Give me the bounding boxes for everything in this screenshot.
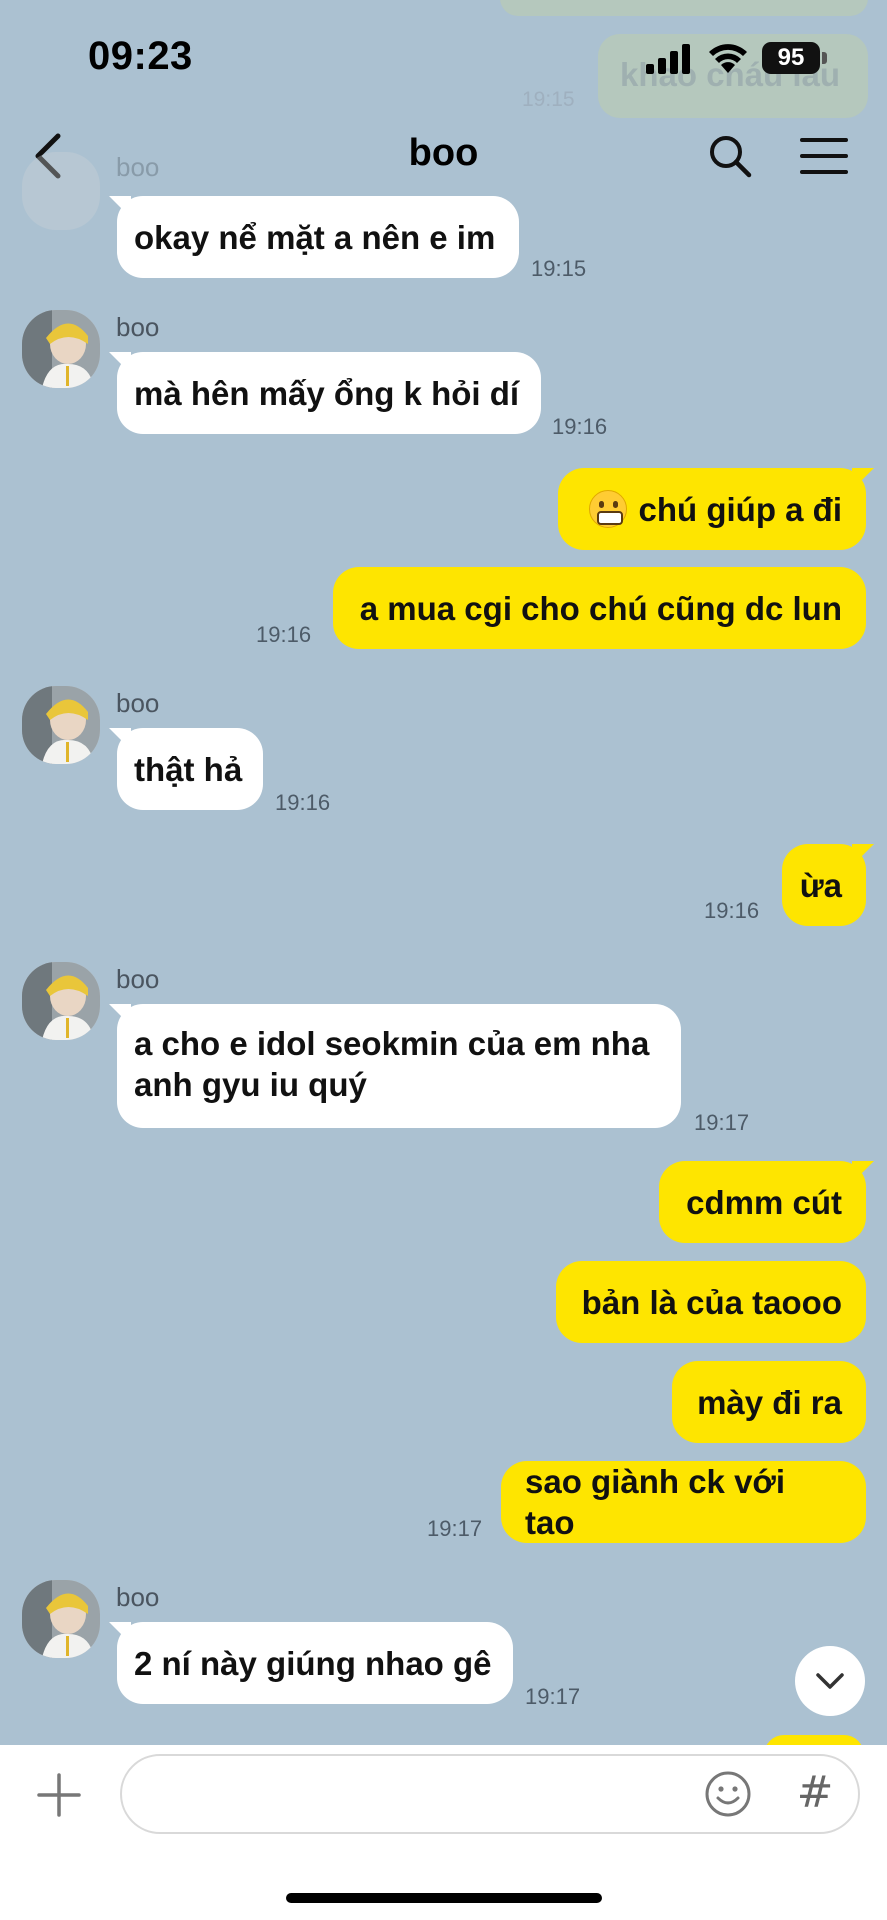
search-icon[interactable]: [708, 134, 752, 178]
avatar-image: [22, 962, 100, 1040]
avatar[interactable]: [22, 152, 100, 230]
message-text-line: a cho e idol seokmin của em nha: [134, 1025, 650, 1062]
incoming-message-bubble[interactable]: okay nể mặt a nên e im: [117, 196, 519, 278]
message-time: 19:15: [531, 256, 587, 281]
avatar[interactable]: [22, 310, 100, 388]
message-text: a mua cgi cho chú cũng dc lun: [359, 589, 842, 627]
outgoing-message-bubble[interactable]: mày đi ra: [672, 1361, 866, 1443]
sender-name: boo: [116, 1582, 160, 1612]
message-time: 19:17: [525, 1684, 581, 1709]
avatar[interactable]: [22, 686, 100, 764]
status-bar-time: 09:23: [88, 34, 193, 78]
smiley-icon[interactable]: [704, 1770, 752, 1818]
incoming-message-bubble[interactable]: a cho e idol seokmin của em nha anh gyu …: [117, 1004, 681, 1128]
hashtag-icon[interactable]: #: [795, 1768, 835, 1818]
battery-indicator: 95: [762, 42, 820, 74]
avatar-image: [22, 1580, 100, 1658]
battery-tip: [822, 52, 827, 64]
message-text: mà hên mấy ổng k hỏi dí: [134, 374, 520, 412]
avatar-image: [22, 310, 100, 388]
message-text-line: anh gyu iu quý: [134, 1066, 367, 1103]
wifi-icon: [709, 44, 747, 73]
sender-name: boo: [116, 964, 160, 994]
outgoing-message-bubble[interactable]: ừa: [782, 844, 866, 926]
message-time: 19:16: [552, 414, 608, 439]
outgoing-message-bubble[interactable]: a mua cgi cho chú cũng dc lun: [333, 567, 866, 649]
chevron-down-icon: [816, 1673, 844, 1689]
avatar[interactable]: [22, 962, 100, 1040]
avatar-image: [22, 686, 100, 764]
outgoing-message-bubble[interactable]: bản là của taooo: [556, 1261, 866, 1343]
hamburger-menu-icon[interactable]: [800, 136, 848, 176]
scroll-to-bottom-button[interactable]: [795, 1646, 865, 1716]
message-text: 2 ní này giúng nhao gê: [134, 1644, 492, 1682]
message-text: bản là của taooo: [581, 1283, 842, 1321]
message-text: sao giành ck với tao: [525, 1463, 786, 1541]
message-text: thật hả: [134, 750, 243, 788]
avatar[interactable]: [22, 1580, 100, 1658]
home-indicator: [286, 1893, 602, 1903]
message-input[interactable]: [150, 1770, 670, 1818]
incoming-message-bubble[interactable]: thật hả: [117, 728, 263, 810]
message-time: 19:16: [275, 790, 331, 815]
incoming-message-bubble[interactable]: mà hên mấy ổng k hỏi dí: [117, 352, 541, 434]
message-time: 19:17: [427, 1516, 483, 1541]
background-remnant-bubble-top: [500, 0, 868, 16]
message-text: okay nể mặt a nên e im: [134, 218, 496, 256]
outgoing-message-bubble[interactable]: cdmm cút: [659, 1161, 866, 1243]
sender-name: boo: [116, 152, 160, 182]
message-text: cdmm cút: [686, 1183, 842, 1221]
sender-name: boo: [116, 312, 160, 342]
message-text: ừa: [799, 866, 842, 904]
message-time: 19:16: [256, 622, 312, 647]
grimacing-face-emoji: [588, 490, 627, 528]
message-text: mày đi ra: [697, 1383, 842, 1421]
plus-icon[interactable]: [36, 1772, 82, 1818]
cellular-signal-icon: [646, 44, 690, 74]
message-text: chú giúp a đi: [638, 490, 843, 528]
incoming-message-bubble[interactable]: 2 ní này giúng nhao gê: [117, 1622, 513, 1704]
message-time: 19:16: [704, 898, 760, 923]
outgoing-message-bubble[interactable]: chú giúp a đi: [558, 468, 866, 550]
message-time: 19:17: [694, 1110, 750, 1135]
outgoing-message-bubble[interactable]: sao giành ck với tao: [501, 1461, 866, 1543]
sender-name: boo: [116, 688, 160, 718]
background-remnant-time: 19:15: [522, 88, 575, 111]
